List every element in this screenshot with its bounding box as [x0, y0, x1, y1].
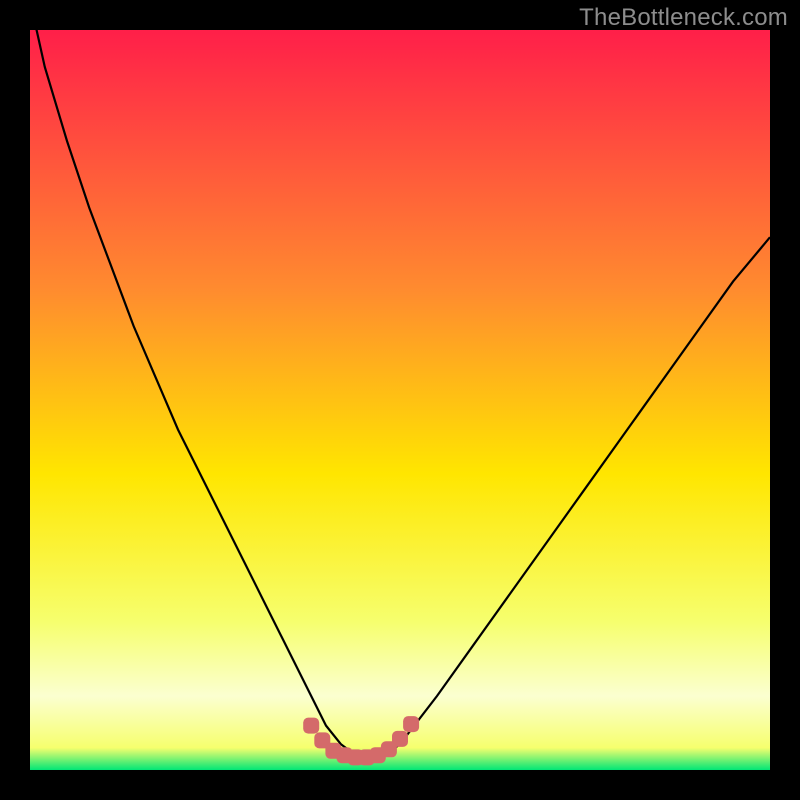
plot-area — [30, 30, 770, 770]
marker-point — [392, 731, 408, 747]
gradient-background — [30, 30, 770, 770]
chart-svg — [30, 30, 770, 770]
watermark-text: TheBottleneck.com — [579, 4, 788, 32]
chart-frame: TheBottleneck.com — [0, 0, 800, 800]
marker-point — [403, 716, 419, 732]
marker-point — [303, 718, 319, 734]
